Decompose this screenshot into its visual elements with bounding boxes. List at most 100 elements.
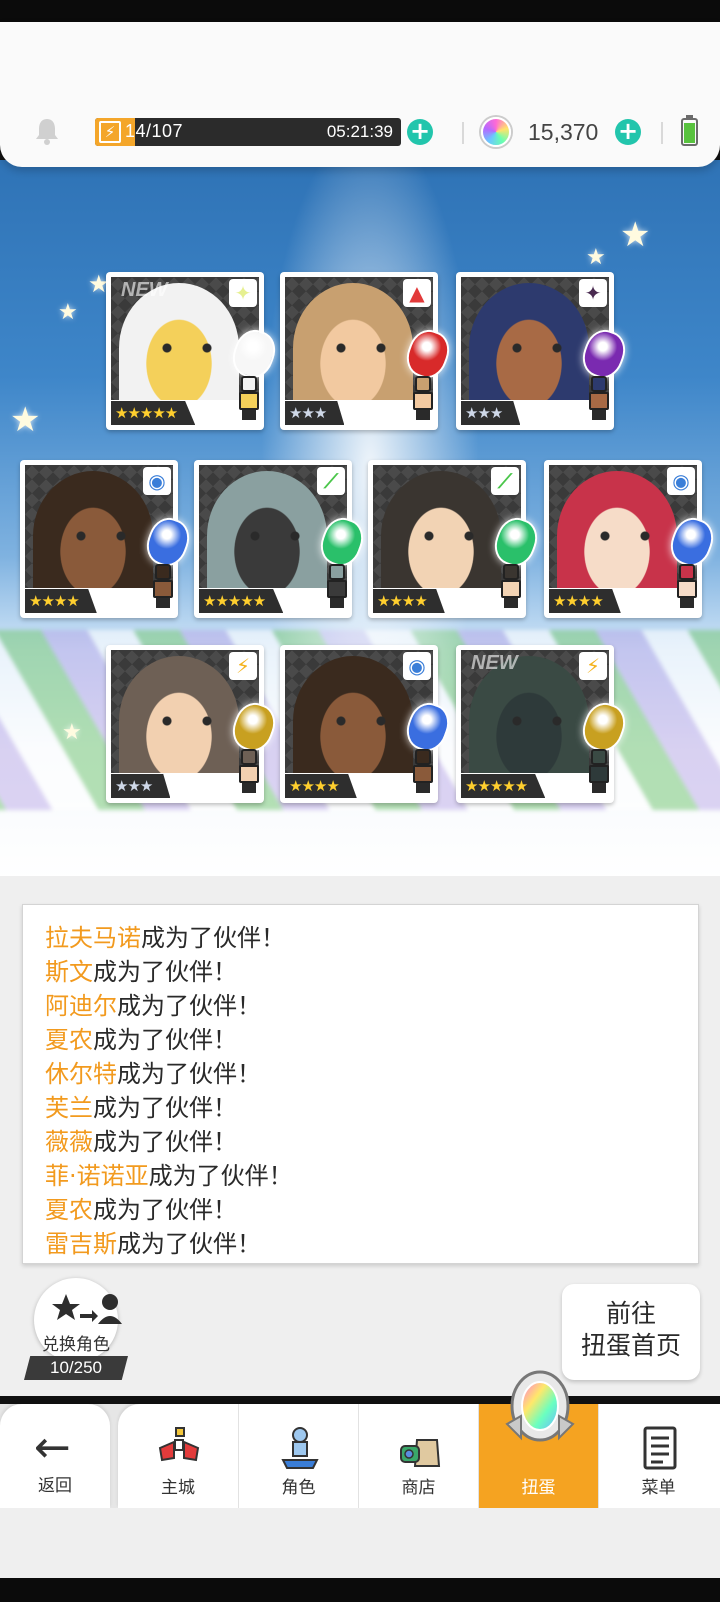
new-tag: NEW (471, 652, 518, 674)
add-energy-button[interactable]: + (407, 119, 433, 145)
element-light-icon: ✦ (229, 279, 257, 307)
log-line: 夏农成为了伙伴！ (45, 1193, 698, 1227)
log-line: 芙兰成为了伙伴！ (45, 1091, 698, 1125)
character-name: 拉夫马诺 (45, 924, 141, 952)
character-name: 阿迪尔 (45, 992, 117, 1020)
tab-gacha-label: 扭蛋 (521, 1478, 556, 1498)
tab-characters[interactable]: 角色 (238, 1404, 358, 1508)
character-portrait (207, 471, 327, 588)
log-suffix: 成为了伙伴！ (117, 992, 261, 1020)
character-statue-icon (281, 1427, 319, 1469)
tab-shop[interactable]: 商店 (358, 1404, 478, 1508)
element-earth-icon: ⟋ (491, 467, 519, 495)
pixel-sprite-icon (496, 564, 526, 608)
character-name: 芙兰 (45, 1094, 93, 1122)
tab-town-label: 主城 (161, 1478, 195, 1498)
pixel-sprite-icon (234, 376, 264, 420)
lightning-icon: ⚡ (99, 121, 121, 143)
character-name: 薇薇 (45, 1128, 93, 1156)
rarity-stars: ★★★★★ (461, 774, 546, 798)
goto-gacha-home-button[interactable]: 前往 扭蛋首页 (562, 1284, 700, 1380)
element-earth-icon: ⟋ (317, 467, 345, 495)
character-portrait (557, 471, 677, 588)
log-suffix: 成为了伙伴！ (141, 924, 285, 952)
sparkle-star-icon: ★ (586, 245, 606, 270)
battery-icon (681, 115, 698, 146)
log-line: 休尔特成为了伙伴！ (45, 1057, 698, 1091)
rarity-stars: ★★★ (111, 774, 171, 798)
tab-menu-label: 菜单 (641, 1478, 676, 1498)
header-divider (462, 122, 464, 144)
system-nav-bar (0, 1578, 720, 1602)
log-suffix: 成为了伙伴！ (148, 1162, 293, 1190)
gacha-crystal-icon (505, 1370, 575, 1442)
log-line: 雷吉斯成为了伙伴！ (45, 1227, 698, 1261)
exchange-character-button[interactable]: 兑换角色 10/250 (24, 1278, 128, 1384)
character-name: 菲·诺诺亚 (45, 1162, 149, 1190)
rarity-stars: ★★★★ (373, 589, 445, 613)
character-name: 休尔特 (45, 1060, 117, 1088)
element-water-icon: ◉ (143, 467, 171, 495)
rarity-stars: ★★★ (285, 401, 345, 425)
tab-gacha[interactable]: 扭蛋 (478, 1370, 598, 1508)
gem-icon (481, 117, 511, 147)
log-line: 斯文成为了伙伴！ (45, 955, 698, 989)
sparkle-star-icon: ★ (58, 300, 78, 325)
log-suffix: 成为了伙伴！ (93, 1196, 237, 1224)
exchange-count: 10/250 (24, 1356, 128, 1380)
bell-icon[interactable] (32, 116, 62, 146)
sparkle-star-icon: ★ (10, 400, 41, 440)
town-icon (158, 1427, 200, 1462)
back-label: 返回 (38, 1476, 72, 1496)
character-name: 夏农 (45, 1196, 93, 1224)
bottom-spacer (0, 1508, 720, 1578)
log-suffix: 成为了伙伴！ (93, 1094, 237, 1122)
pixel-sprite-icon (408, 376, 438, 420)
gem-count: 15,370 (528, 119, 599, 145)
character-portrait (381, 471, 501, 588)
header-divider (661, 122, 663, 144)
pixel-sprite-icon (584, 376, 614, 420)
tab-characters-label: 角色 (281, 1478, 316, 1498)
log-suffix: 成为了伙伴！ (93, 1128, 237, 1156)
energy-count: 14/107 (125, 121, 184, 141)
element-fire-icon: ▲ (403, 279, 431, 307)
log-line: 薇薇成为了伙伴！ (45, 1125, 698, 1159)
nav-tab-group: 主城 角色 商店 扭蛋 菜单 (118, 1370, 720, 1508)
goto-label-line1: 前往 (605, 1299, 656, 1328)
rarity-stars: ★★★ (461, 401, 521, 425)
rarity-stars: ★★★★ (25, 589, 97, 613)
character-portrait (293, 283, 413, 400)
star-to-person-icon (52, 1294, 122, 1324)
log-line: 菲·诺诺亚成为了伙伴！ (45, 1159, 698, 1193)
log-suffix: 成为了伙伴！ (93, 958, 237, 986)
system-status-bar (0, 0, 720, 22)
shop-bag-icon (400, 1439, 441, 1467)
log-suffix: 成为了伙伴！ (117, 1230, 261, 1258)
element-water-icon: ◉ (403, 652, 431, 680)
add-gems-button[interactable]: + (615, 119, 641, 145)
character-portrait (293, 656, 413, 773)
pixel-sprite-icon (234, 749, 264, 793)
tab-shop-label: 商店 (401, 1478, 436, 1498)
rarity-stars: ★★★★ (285, 774, 357, 798)
sparkle-star-icon: ★ (62, 720, 82, 745)
goto-label-line2: 扭蛋首页 (580, 1331, 681, 1360)
rarity-stars: ★★★★ (549, 589, 621, 613)
pixel-sprite-icon (408, 749, 438, 793)
menu-list-icon (643, 1426, 677, 1470)
rarity-stars: ★★★★★ (199, 589, 284, 613)
pixel-sprite-icon (672, 564, 702, 608)
tab-menu[interactable]: 菜单 (598, 1404, 718, 1508)
pixel-sprite-icon (148, 564, 178, 608)
character-portrait (119, 656, 239, 773)
summon-log[interactable]: 拉夫马诺成为了伙伴！ 斯文成为了伙伴！ 阿迪尔成为了伙伴！ 夏农成为了伙伴！ 休尔特成为… (22, 904, 699, 1264)
log-line: 夏农成为了伙伴！ (45, 1023, 698, 1057)
character-portrait (469, 283, 589, 400)
log-line: 拉夫马诺成为了伙伴！ (45, 921, 698, 955)
tab-town[interactable]: 主城 (118, 1404, 238, 1508)
back-button[interactable]: ← 返回 (0, 1404, 110, 1508)
element-basic-icon: ⚡ (229, 652, 257, 680)
energy-timer: 05:21:39 (326, 122, 393, 141)
energy-bar: ⚡ 14/107 05:21:39 (95, 118, 401, 146)
